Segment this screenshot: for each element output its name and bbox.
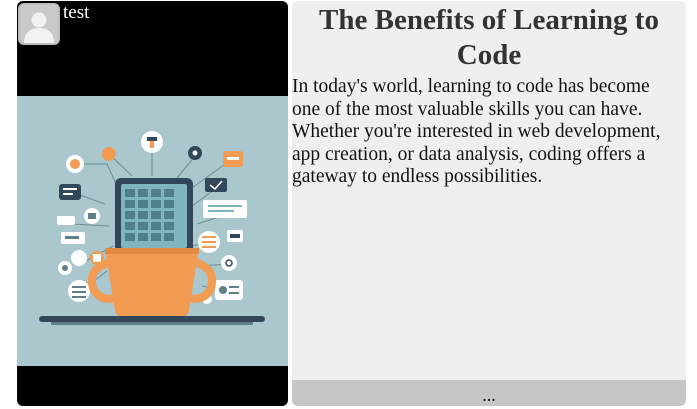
post-author[interactable]: test [17, 1, 89, 45]
laptop-device [115, 178, 193, 258]
author-name[interactable]: test [63, 2, 89, 24]
user-avatar-icon[interactable] [18, 3, 60, 45]
read-more-button[interactable]: ... [292, 380, 686, 406]
post-media-card: test [17, 1, 288, 406]
post-image [17, 96, 288, 366]
post-page: test The Benefits of Learning to Code In… [0, 0, 697, 409]
post-title: The Benefits of Learning to Code [319, 4, 659, 71]
post-article-card: The Benefits of Learning to Code In toda… [292, 1, 686, 406]
post-body: In today's world, learning to code has b… [292, 76, 661, 187]
